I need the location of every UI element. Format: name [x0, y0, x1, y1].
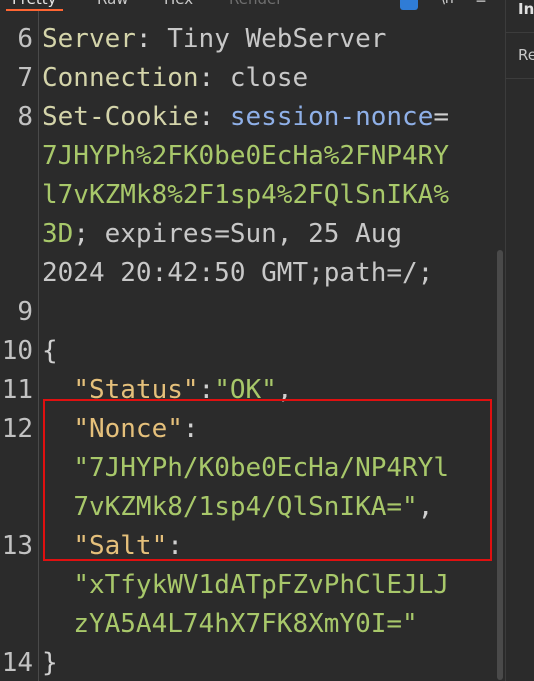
json-string: "OK"	[214, 375, 277, 405]
scrollbar-thumb[interactable]	[497, 250, 503, 680]
vertical-scrollbar[interactable]	[495, 0, 505, 681]
line-number: 11	[1, 375, 33, 405]
header-line-set-cookie[interactable]: Set-Cookie: session-nonce=	[42, 98, 449, 137]
tab-pretty[interactable]: Pretty	[6, 0, 62, 11]
json-line-status[interactable]: "Status":"OK",	[42, 371, 292, 410]
tab-hex[interactable]: Hex	[164, 0, 193, 11]
json-value-wrap: zYA5A4L74hX7FK8XmY0I="	[42, 605, 418, 644]
cookie-attributes-wrap: 2024 20:42:50 GMT;path=/;	[42, 254, 433, 293]
line-number: 13	[1, 531, 33, 561]
json-value-wrap: 7vKZMk8/1sp4/QlSnIKA=",	[73, 492, 434, 522]
line-number: 9	[17, 297, 33, 327]
json-close-brace: }	[42, 648, 58, 678]
cookie-name: session-nonce	[229, 102, 434, 132]
json-key: "Salt"	[73, 531, 168, 561]
header-name: Server	[42, 24, 136, 54]
line-number-gutter: 6 7 8 9 10 11 12 13 14	[0, 0, 36, 681]
header-value: close	[229, 63, 309, 93]
header-name: Set-Cookie	[42, 102, 199, 132]
cookie-value-wrap: l7vKZMk8%2F1sp4%2FQlSnIKA%	[42, 176, 449, 215]
line-number: 6	[17, 24, 33, 54]
json-value-wrap: "7JHYPh/K0be0EcHa/NP4RYl	[42, 449, 449, 488]
header-name: Connection	[42, 63, 199, 93]
menu-icon[interactable]: ≡	[472, 0, 490, 10]
json-value-wrap: "xTfykWV1dATpFZvPhClEJLJ	[42, 566, 449, 605]
line-number: 14	[1, 648, 33, 678]
inspector-divider	[506, 78, 534, 79]
tab-raw[interactable]: Raw	[97, 0, 129, 11]
inspector-title: In	[518, 0, 534, 18]
response-editor[interactable]: 6 7 8 9 10 11 12 13 14 Server: Tiny WebS…	[0, 0, 505, 681]
line-number: 7	[17, 63, 33, 93]
header-line-connection[interactable]: Connection: close	[42, 59, 308, 98]
json-line-nonce[interactable]: "Nonce":	[42, 410, 198, 449]
cookie-value: 7JHYPh%2FK0be0EcHa%2FNP4RY	[42, 141, 449, 171]
view-tab-bar: Pretty Raw Hex Render ↵ \n ≡	[0, 0, 505, 11]
json-string: 7vKZMk8/1sp4/QlSnIKA="	[73, 492, 418, 522]
json-string: zYA5A4L74hX7FK8XmY0I="	[73, 609, 418, 639]
cookie-value: l7vKZMk8%2F1sp4%2FQlSnIKA%	[42, 180, 449, 210]
tab-render: Render	[229, 0, 282, 11]
header-value: Tiny WebServer	[167, 24, 387, 54]
cookie-attributes: 2024 20:42:50 GMT;path=/;	[42, 258, 434, 288]
cookie-value-wrap: 7JHYPh%2FK0be0EcHa%2FNP4RY	[42, 137, 449, 176]
inspector-panel: In Re	[505, 0, 534, 681]
line-number: 12	[1, 414, 33, 444]
newline-toggle-icon[interactable]: \n	[438, 0, 456, 10]
inspector-item[interactable]: Re	[518, 46, 534, 64]
inspector-divider	[506, 32, 534, 33]
json-string: "xTfykWV1dATpFZvPhClEJLJ	[73, 570, 449, 600]
gutter-divider	[38, 0, 39, 681]
cookie-value-wrap: 3D; expires=Sun, 25 Aug	[42, 219, 403, 249]
json-key: "Status"	[73, 375, 199, 405]
wrap-lines-icon[interactable]: ↵	[400, 0, 418, 10]
line-number: 8	[17, 102, 33, 132]
json-key: "Nonce"	[73, 414, 183, 444]
json-line-salt[interactable]: "Salt":	[42, 527, 183, 566]
cookie-attributes: expires=Sun, 25 Aug	[88, 219, 403, 249]
json-string: "7JHYPh/K0be0EcHa/NP4RYl	[73, 453, 449, 483]
line-number: 10	[1, 336, 33, 366]
cookie-value: 3D	[42, 219, 74, 249]
header-line-server[interactable]: Server: Tiny WebServer	[42, 20, 386, 59]
json-open-brace: {	[42, 336, 58, 366]
